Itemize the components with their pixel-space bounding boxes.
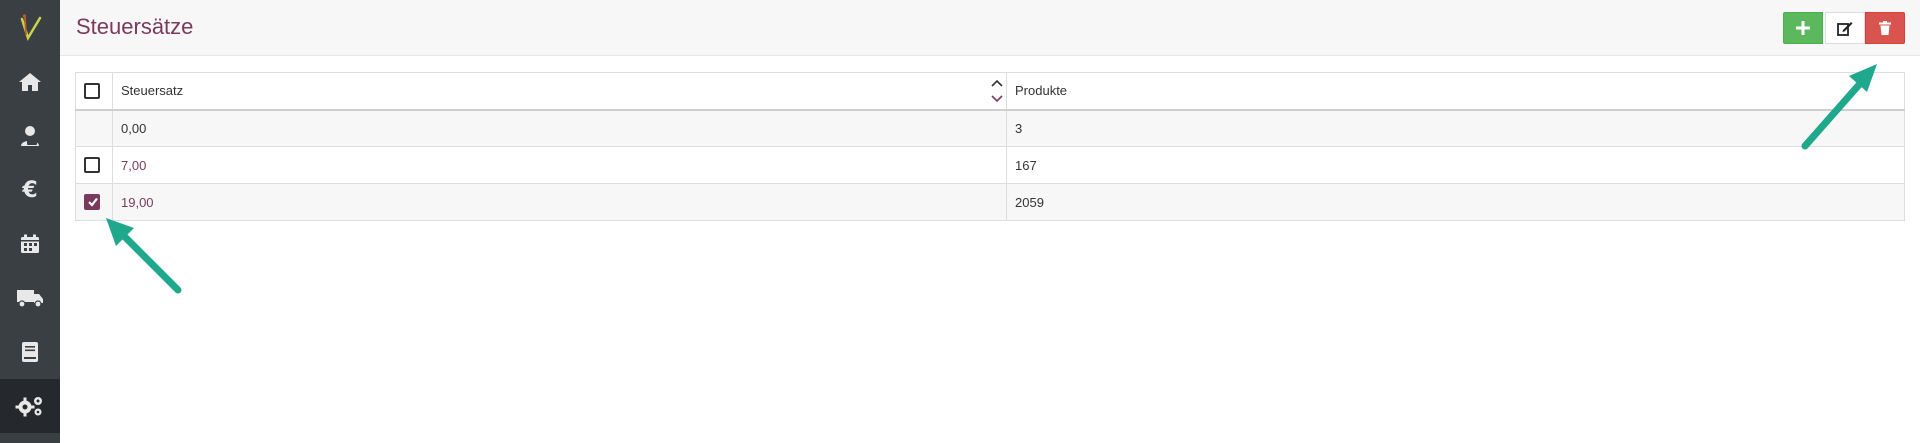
sort-icon[interactable] <box>990 76 1004 106</box>
select-all-checkbox[interactable] <box>84 83 100 100</box>
sidebar-item-finance[interactable]: € <box>0 163 60 217</box>
sidebar: € <box>0 0 60 443</box>
rate-cell: 19,00 <box>112 183 1007 221</box>
products-cell: 167 <box>1006 146 1905 184</box>
header-rate-label: Steuersatz <box>121 83 184 99</box>
sidebar-item-customers[interactable] <box>0 109 60 163</box>
header-products[interactable]: Produkte <box>1006 72 1905 110</box>
sidebar-item-home[interactable] <box>0 55 60 109</box>
add-icon <box>1796 21 1810 35</box>
rate-link[interactable]: 19,00 <box>121 195 154 210</box>
row-check-cell <box>75 183 113 221</box>
products-cell: 3 <box>1006 109 1905 147</box>
home-icon <box>19 73 41 91</box>
delete-button[interactable] <box>1865 12 1905 44</box>
trash-icon <box>1879 21 1891 35</box>
calendar-icon <box>21 234 39 253</box>
page-title: Steuersätze <box>76 14 194 39</box>
truck-icon <box>17 290 43 308</box>
sidebar-item-settings[interactable] <box>0 379 60 433</box>
header-products-label: Produkte <box>1015 83 1068 99</box>
table-row[interactable]: 0,00 3 <box>75 109 1905 147</box>
edit-icon <box>1837 22 1853 36</box>
products-cell: 2059 <box>1006 183 1905 221</box>
add-button[interactable] <box>1783 12 1823 44</box>
table-header-row: Steuersatz Produkte <box>75 72 1905 110</box>
table-row[interactable]: 19,00 2059 <box>75 183 1905 221</box>
header-check-cell <box>75 72 113 110</box>
rate-value[interactable]: 0,00 <box>121 121 146 136</box>
sidebar-item-catalog[interactable] <box>0 325 60 379</box>
table-row[interactable]: 7,00 167 <box>75 146 1905 184</box>
page-header: Steuersätze <box>60 0 1920 56</box>
logo-icon <box>20 13 42 41</box>
rate-cell: 7,00 <box>112 146 1007 184</box>
row-check-cell <box>75 109 113 147</box>
rate-cell: 0,00 <box>112 109 1007 147</box>
book-icon <box>22 342 38 362</box>
sidebar-item-delivery[interactable] <box>0 271 60 325</box>
check-icon <box>88 198 98 207</box>
logo[interactable] <box>0 0 60 55</box>
rate-link[interactable]: 7,00 <box>121 158 146 173</box>
row-check-cell <box>75 146 113 184</box>
edit-button[interactable] <box>1825 12 1865 44</box>
gears-icon <box>15 397 42 417</box>
euro-icon: € <box>22 177 38 203</box>
row-checkbox[interactable] <box>84 157 100 174</box>
row-checkbox-checked[interactable] <box>84 194 100 211</box>
customer-icon <box>21 126 39 146</box>
toolbar <box>1783 12 1905 44</box>
app-root: € Steuersätze Steuersatz Produkte 0,00 3… <box>0 0 1920 443</box>
tax-rates-table: Steuersatz Produkte 0,00 3 7,00 167 19,0… <box>75 72 1905 221</box>
sidebar-item-calendar[interactable] <box>0 217 60 271</box>
annotation-arrow-checkbox <box>106 218 182 294</box>
header-rate[interactable]: Steuersatz <box>112 72 1007 110</box>
